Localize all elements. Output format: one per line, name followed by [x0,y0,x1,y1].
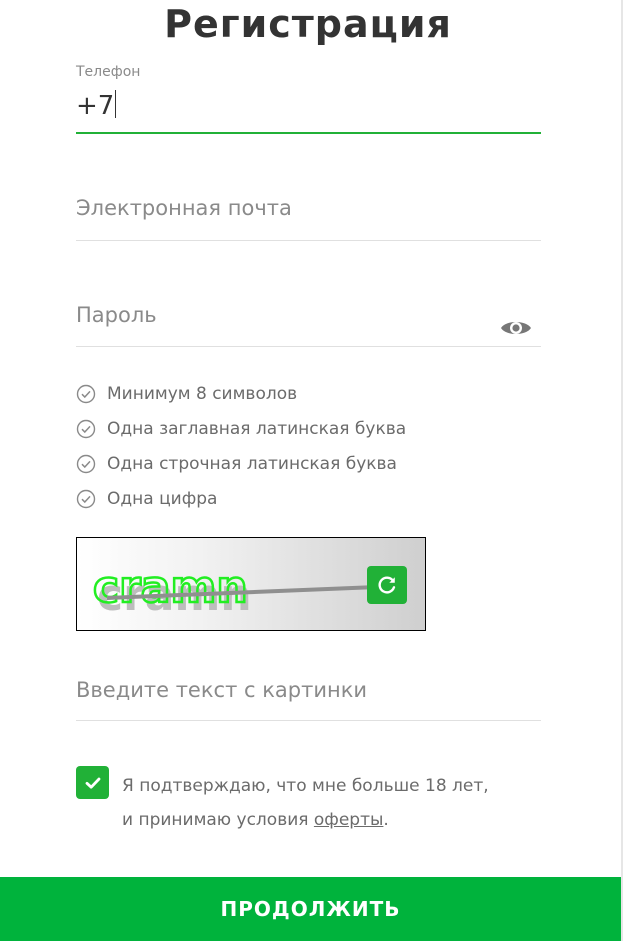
captcha-input-underline [76,720,541,721]
phone-field[interactable]: Телефон +7 [76,64,541,136]
text-caret [115,90,117,118]
check-circle-icon [76,384,96,403]
agreement-line-2-suffix: . [383,810,389,830]
rule-item: Одна цифра [76,481,406,516]
captcha-input-field[interactable]: Введите текст с картинки [76,678,541,724]
rule-item: Минимум 8 символов [76,376,406,411]
phone-label: Телефон [76,64,141,80]
captcha-image: cramn cramn [76,537,426,631]
password-rules: Минимум 8 символов Одна заглавная латинс… [76,376,406,516]
email-field[interactable]: Электронная почта [76,196,541,242]
password-field[interactable]: Пароль [76,303,541,349]
rule-text: Одна заглавная латинская буква [107,418,407,439]
agreement-line-1: Я подтверждаю, что мне больше 18 лет, [122,776,489,796]
rule-text: Минимум 8 символов [107,383,298,404]
offer-link[interactable]: оферты [314,810,384,830]
password-placeholder: Пароль [76,303,157,327]
captcha-input-placeholder: Введите текст с картинки [76,678,368,702]
phone-value: +7 [76,91,115,121]
check-icon [85,777,100,789]
password-underline [76,346,541,347]
agreement-checkbox[interactable] [76,766,109,799]
rule-text: Одна строчная латинская буква [107,453,397,474]
check-circle-icon [76,489,96,508]
agreement-line-2-prefix: и принимаю условия [122,810,314,830]
continue-button[interactable]: ПРОДОЛЖИТЬ [0,877,621,941]
captcha-text: cramn [93,562,248,613]
email-underline [76,240,541,241]
refresh-icon[interactable] [367,566,407,604]
rule-item: Одна строчная латинская буква [76,446,406,481]
phone-input[interactable]: +7 [76,90,117,121]
agreement-text: Я подтверждаю, что мне больше 18 лет, и … [122,769,489,837]
page-title: Регистрация [164,2,452,46]
email-placeholder: Электронная почта [76,196,292,220]
agreement-line-2: и принимаю условия оферты. [122,803,489,837]
check-circle-icon [76,419,96,438]
rule-text: Одна цифра [107,488,218,509]
eye-icon[interactable] [500,318,532,338]
check-circle-icon [76,454,96,473]
phone-underline [76,132,541,134]
rule-item: Одна заглавная латинская буква [76,411,406,446]
